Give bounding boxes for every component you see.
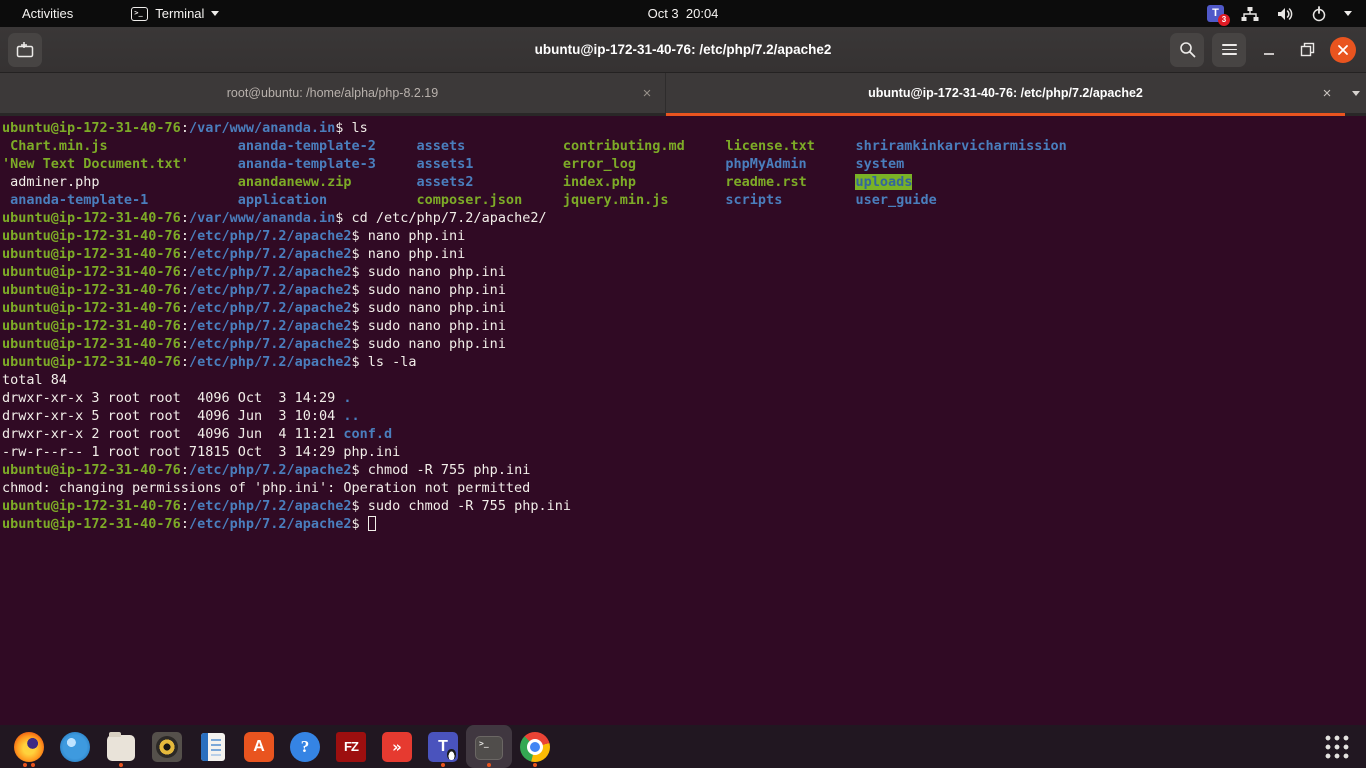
desktop: Activities >_ Terminal Oct 3 20:04 T 3 [0,0,1366,768]
terminal-line: drwxr-xr-x 5 root root 4096 Jun 3 10:04 … [2,407,1366,425]
tab-label: root@ubuntu: /home/alpha/php-8.2.19 [0,86,639,100]
dock-item-red-arrows-app[interactable]: » [374,725,420,768]
restore-icon [1300,42,1315,57]
terminal-line: ubuntu@ip-172-31-40-76:/etc/php/7.2/apac… [2,353,1366,371]
terminal-line: ubuntu@ip-172-31-40-76:/etc/php/7.2/apac… [2,515,1366,533]
tab-list-button[interactable] [1345,73,1366,116]
terminal-line: ubuntu@ip-172-31-40-76:/etc/php/7.2/apac… [2,245,1366,263]
restore-button[interactable] [1292,35,1322,65]
tab-close-icon[interactable]: × [1319,85,1345,102]
dock-item-show-applications[interactable] [1314,725,1360,768]
minimize-icon [1262,43,1276,57]
terminal-line: 'New Text Document.txt' ananda-template-… [2,155,1366,173]
teams-tray-icon[interactable]: T 3 [1207,5,1224,22]
terminal-line: ubuntu@ip-172-31-40-76:/etc/php/7.2/apac… [2,227,1366,245]
show-applications-icon [1324,734,1350,760]
dock-item-rhythmbox[interactable] [144,725,190,768]
dock-item-help[interactable]: ? [282,725,328,768]
help-icon: ? [290,732,320,762]
rhythmbox-icon [152,732,182,762]
terminal-icon: >_ [475,736,503,760]
running-indicator [98,763,144,767]
terminal-line: ubuntu@ip-172-31-40-76:/etc/php/7.2/apac… [2,299,1366,317]
terminal-line: ubuntu@ip-172-31-40-76:/etc/php/7.2/apac… [2,335,1366,353]
dock-item-ubuntu-software[interactable]: A [236,725,282,768]
tab-label: ubuntu@ip-172-31-40-76: /etc/php/7.2/apa… [666,86,1319,100]
tab-root-ubuntu[interactable]: root@ubuntu: /home/alpha/php-8.2.19 × [0,73,666,116]
terminal-line: ubuntu@ip-172-31-40-76:/etc/php/7.2/apac… [2,461,1366,479]
window-title: ubuntu@ip-172-31-40-76: /etc/php/7.2/apa… [0,42,1366,57]
red-arrows-app-icon: » [382,732,412,762]
chevron-down-icon [1352,91,1360,96]
terminal-line: drwxr-xr-x 2 root root 4096 Jun 4 11:21 … [2,425,1366,443]
terminal-line: ubuntu@ip-172-31-40-76:/etc/php/7.2/apac… [2,281,1366,299]
terminal-line: total 84 [2,371,1366,389]
tab-bar: root@ubuntu: /home/alpha/php-8.2.19 × ub… [0,73,1366,116]
tab-close-icon[interactable]: × [639,85,665,102]
terminal-title-bar[interactable]: ubuntu@ip-172-31-40-76: /etc/php/7.2/apa… [0,27,1366,73]
search-button[interactable] [1170,33,1204,67]
files-icon [107,735,135,761]
terminal-line: drwxr-xr-x 3 root root 4096 Oct 3 14:29 … [2,389,1366,407]
terminal-line: adminer.php anandaneww.zip assets2 index… [2,173,1366,191]
dock-item-terminal[interactable]: >_ [466,725,512,768]
gnome-top-bar: Activities >_ Terminal Oct 3 20:04 T 3 [0,0,1366,27]
terminal-line: ubuntu@ip-172-31-40-76:/var/www/ananda.i… [2,119,1366,137]
clock[interactable]: Oct 3 20:04 [0,6,1366,21]
dock-item-files[interactable] [98,725,144,768]
hamburger-icon [1222,44,1237,55]
dock-item-chrome[interactable] [512,725,558,768]
terminal-line: chmod: changing permissions of 'php.ini'… [2,479,1366,497]
notification-badge: 3 [1218,14,1230,26]
terminal-cursor [368,516,376,531]
menu-button[interactable] [1212,33,1246,67]
terminal-line: -rw-r--r-- 1 root root 71815 Oct 3 14:29… [2,443,1366,461]
dock: A? FZ » T >_ [0,725,1366,768]
running-indicator [420,763,466,767]
terminal-line: ubuntu@ip-172-31-40-76:/etc/php/7.2/apac… [2,497,1366,515]
thunderbird-icon [60,732,90,762]
terminal-output[interactable]: ubuntu@ip-172-31-40-76:/var/www/ananda.i… [0,116,1366,768]
dock-item-teams[interactable]: T [420,725,466,768]
terminal-line: ubuntu@ip-172-31-40-76:/etc/php/7.2/apac… [2,317,1366,335]
chrome-icon [520,732,550,762]
ubuntu-software-icon: A [244,732,274,762]
firefox-icon [14,732,44,762]
terminal-line: ubuntu@ip-172-31-40-76:/etc/php/7.2/apac… [2,263,1366,281]
dock-item-filezilla[interactable]: FZ [328,725,374,768]
terminal-line: Chart.min.js ananda-template-2 assets co… [2,137,1366,155]
dock-item-firefox[interactable] [6,725,52,768]
dock-item-thunderbird[interactable] [52,725,98,768]
terminal-line: ananda-template-1 application composer.j… [2,191,1366,209]
terminal-line: ubuntu@ip-172-31-40-76:/var/www/ananda.i… [2,209,1366,227]
running-indicator [512,763,558,767]
close-icon [1337,44,1349,56]
teams-icon: T [428,732,458,762]
search-icon [1179,41,1196,58]
tab-ubuntu-apache2[interactable]: ubuntu@ip-172-31-40-76: /etc/php/7.2/apa… [666,73,1345,116]
filezilla-icon: FZ [336,732,366,762]
running-indicator [466,763,512,767]
close-button[interactable] [1330,37,1356,63]
running-indicator [6,763,52,767]
minimize-button[interactable] [1254,35,1284,65]
dock-item-libreoffice-writer[interactable] [190,725,236,768]
libreoffice-writer-icon [201,733,225,761]
